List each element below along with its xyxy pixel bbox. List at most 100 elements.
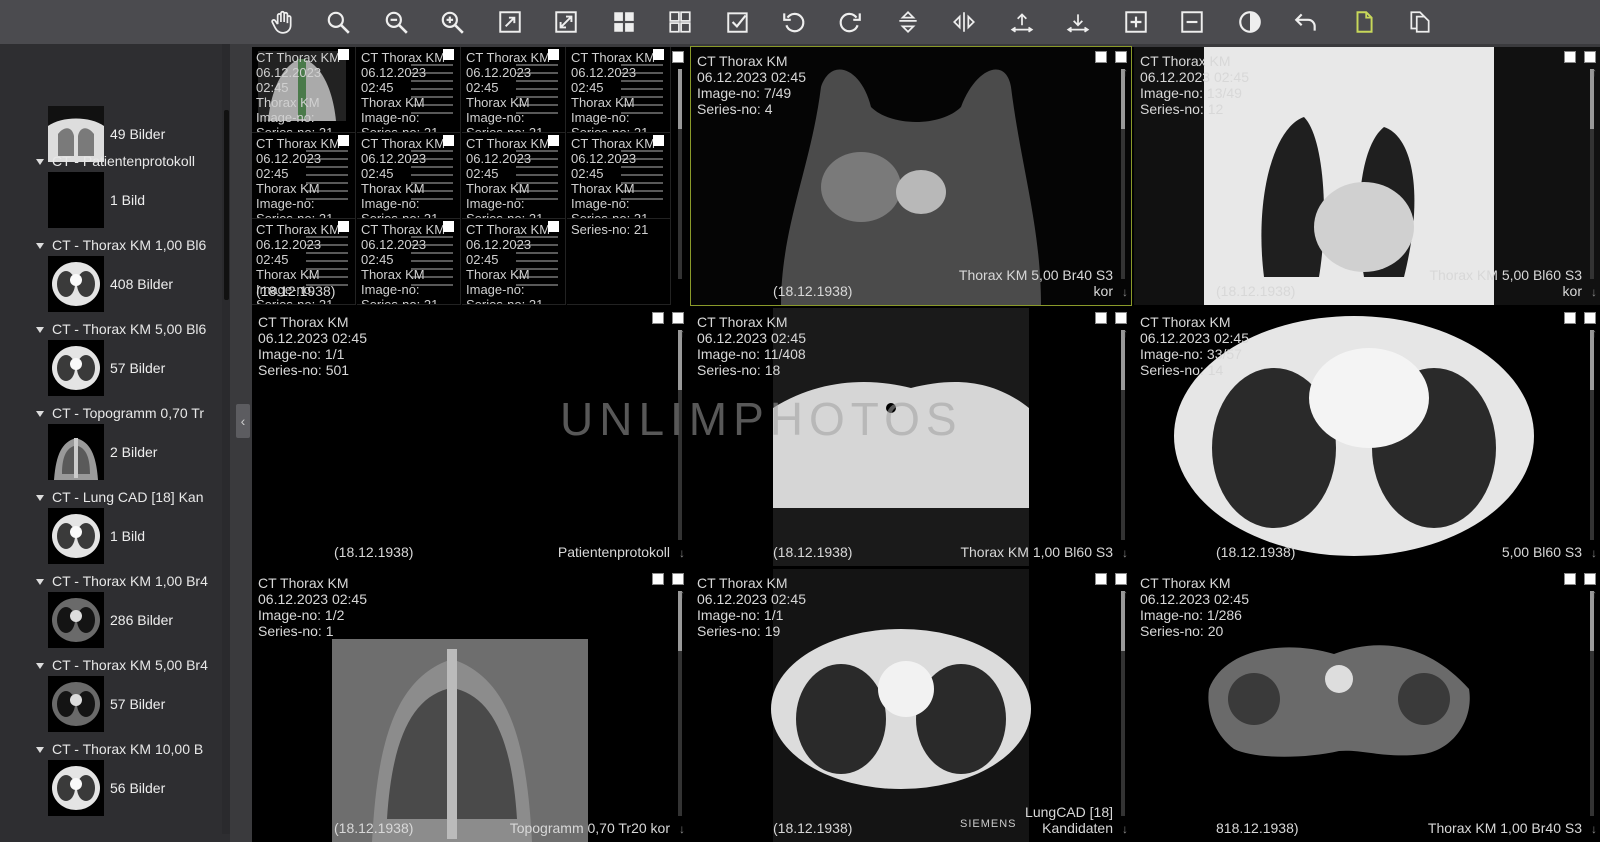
select-checkbox[interactable]	[443, 49, 454, 60]
select-checkbox[interactable]	[653, 135, 664, 146]
measure-down-button[interactable]	[1062, 6, 1094, 38]
select-checkbox[interactable]	[548, 135, 559, 146]
expand-triangle-icon[interactable]	[36, 663, 44, 670]
series-thumbnail[interactable]	[48, 760, 104, 816]
series-header[interactable]: CT - Thorax KM 1,00 Bl6	[36, 235, 230, 255]
viewport-vp3[interactable]: CT Thorax KM 06.12.2023 02:45 Image-no: …	[1134, 47, 1600, 305]
scroll-down-icon[interactable]: ↓	[1122, 285, 1128, 299]
select-checkbox[interactable]	[338, 49, 349, 60]
expand-triangle-icon[interactable]	[36, 747, 44, 754]
select-checkbox[interactable]	[338, 135, 349, 146]
viewport-vp9[interactable]: CT Thorax KM 06.12.2023 02:45 Image-no: …	[1134, 569, 1600, 842]
mini-cell[interactable]: CT Thorax KM 06.12.2023 02:45 Thorax KM …	[357, 133, 461, 219]
flip-vertical-button[interactable]	[892, 6, 924, 38]
scroll-down-icon[interactable]: ↓	[1591, 546, 1597, 560]
scroll-up-icon[interactable]: ↑	[1122, 65, 1128, 79]
viewport-vp7[interactable]: CT Thorax KM 06.12.2023 02:45 Image-no: …	[252, 569, 688, 842]
scroll-up-icon[interactable]: ↑	[1591, 65, 1597, 79]
viewport-scrollbar[interactable]	[1121, 591, 1125, 816]
series-thumbnail[interactable]	[48, 172, 104, 228]
viewport-checkbox[interactable]	[1095, 51, 1107, 63]
mini-cell[interactable]: CT Thorax KM 06.12.2023 02:45 Thorax KM …	[252, 47, 356, 133]
viewport-vp6[interactable]: CT Thorax KM 06.12.2023 02:45 Image-no: …	[1134, 308, 1600, 566]
search-button[interactable]	[322, 6, 354, 38]
mini-cell[interactable]: CT Thorax KM 06.12.2023 02:45 Thorax KM …	[462, 47, 566, 133]
expand-button[interactable]	[550, 6, 582, 38]
expand-triangle-icon[interactable]	[36, 243, 44, 250]
scroll-down-icon[interactable]: ↓	[679, 546, 685, 560]
series-header[interactable]: CT - Lung CAD [18] Kan	[36, 487, 230, 507]
add-button[interactable]	[1120, 6, 1152, 38]
scroll-down-icon[interactable]: ↓	[1591, 822, 1597, 836]
mini-cell[interactable]: CT Thorax KM 06.12.2023 02:45 Thorax KM …	[357, 47, 461, 133]
viewport-select-checkbox[interactable]	[672, 573, 684, 585]
mini-cell[interactable]: CT Thorax KM 06.12.2023 02:45 Thorax KM …	[252, 133, 356, 219]
viewport-select-checkbox[interactable]	[1584, 51, 1596, 63]
select-checkbox[interactable]	[443, 135, 454, 146]
viewport-checkbox[interactable]	[1095, 312, 1107, 324]
series-thumbnail[interactable]	[48, 676, 104, 732]
measure-up-button[interactable]	[1006, 6, 1038, 38]
contrast-button[interactable]	[1234, 6, 1266, 38]
scroll-down-icon[interactable]: ↓	[679, 822, 685, 836]
checkbox-button[interactable]	[722, 6, 754, 38]
viewport-mini-grid[interactable]: CT Thorax KM 06.12.2023 02:45 Thorax KM …	[252, 47, 688, 305]
series-header[interactable]: CT - Topogramm 0,70 Tr	[36, 403, 230, 423]
scroll-up-icon[interactable]: ↑	[1122, 587, 1128, 601]
viewport-scrollbar[interactable]	[678, 591, 682, 816]
zoom-out-button[interactable]	[380, 6, 412, 38]
select-checkbox[interactable]	[653, 49, 664, 60]
mini-cell[interactable]: Series-no: 21	[567, 219, 671, 305]
expand-triangle-icon[interactable]	[36, 327, 44, 334]
pan-hand-button[interactable]	[266, 6, 298, 38]
viewport-vp5[interactable]: CT Thorax KM 06.12.2023 02:45 Image-no: …	[691, 308, 1131, 566]
viewport-scrollbar[interactable]	[1121, 69, 1125, 279]
series-thumbnail[interactable]	[48, 256, 104, 312]
series-thumbnail[interactable]	[48, 592, 104, 648]
series-thumbnail[interactable]	[48, 340, 104, 396]
viewport-scrollbar[interactable]	[678, 69, 682, 279]
mini-cell[interactable]: CT Thorax KM 06.12.2023 02:45 Thorax KM …	[357, 219, 461, 305]
viewport-select-checkbox[interactable]	[1115, 573, 1127, 585]
series-header[interactable]: CT - Thorax KM 1,00 Br4	[36, 571, 230, 591]
viewport-scrollbar[interactable]	[1121, 330, 1125, 540]
viewport-scrollbar[interactable]	[1590, 330, 1594, 540]
scroll-up-icon[interactable]: ↑	[1591, 326, 1597, 340]
series-thumbnail[interactable]	[48, 508, 104, 564]
rotate-left-button[interactable]	[778, 6, 810, 38]
scroll-up-icon[interactable]: ↑	[1591, 587, 1597, 601]
mini-cell[interactable]: CT Thorax KM 06.12.2023 02:45 Thorax KM …	[567, 133, 671, 219]
expand-triangle-icon[interactable]	[36, 411, 44, 418]
flip-horizontal-button[interactable]	[948, 6, 980, 38]
viewport-select-checkbox[interactable]	[1115, 312, 1127, 324]
viewport-scrollbar[interactable]	[1590, 591, 1594, 816]
scroll-up-icon[interactable]: ↑	[679, 587, 685, 601]
mini-cell[interactable]: CT Thorax KM 06.12.2023 02:45 Thorax KM …	[462, 133, 566, 219]
sidebar-scrollbar[interactable]	[224, 110, 229, 300]
select-checkbox[interactable]	[548, 221, 559, 232]
mini-cell[interactable]: CT Thorax KM 06.12.2023 02:45 Thorax KM …	[567, 47, 671, 133]
collapse-sidebar-button[interactable]: ‹	[236, 404, 250, 438]
expand-triangle-icon[interactable]	[36, 579, 44, 586]
expand-triangle-icon[interactable]	[36, 159, 44, 166]
layout-2x2-button[interactable]	[608, 6, 640, 38]
layout-grid-button[interactable]	[664, 6, 696, 38]
undo-button[interactable]	[1290, 6, 1322, 38]
select-checkbox[interactable]	[443, 221, 454, 232]
series-header[interactable]: CT - Thorax KM 10,00 B	[36, 739, 230, 759]
viewport-scrollbar[interactable]	[678, 330, 682, 540]
viewport-checkbox[interactable]	[1564, 312, 1576, 324]
viewport-checkbox[interactable]	[672, 51, 684, 63]
viewport-select-checkbox[interactable]	[1584, 573, 1596, 585]
scroll-up-icon[interactable]: ↑	[1122, 326, 1128, 340]
select-checkbox[interactable]	[548, 49, 559, 60]
series-header[interactable]: CT - Patientenprotokoll	[36, 151, 230, 171]
scroll-down-icon[interactable]: ↓	[1591, 285, 1597, 299]
viewport-checkbox[interactable]	[1564, 51, 1576, 63]
fit-window-button[interactable]	[494, 6, 526, 38]
viewport-checkbox[interactable]	[1095, 573, 1107, 585]
viewport-select-checkbox[interactable]	[1584, 312, 1596, 324]
mini-cell[interactable]: CT Thorax KM 06.12.2023 02:45 Thorax KM …	[462, 219, 566, 305]
remove-button[interactable]	[1176, 6, 1208, 38]
series-thumbnail[interactable]	[48, 424, 104, 480]
